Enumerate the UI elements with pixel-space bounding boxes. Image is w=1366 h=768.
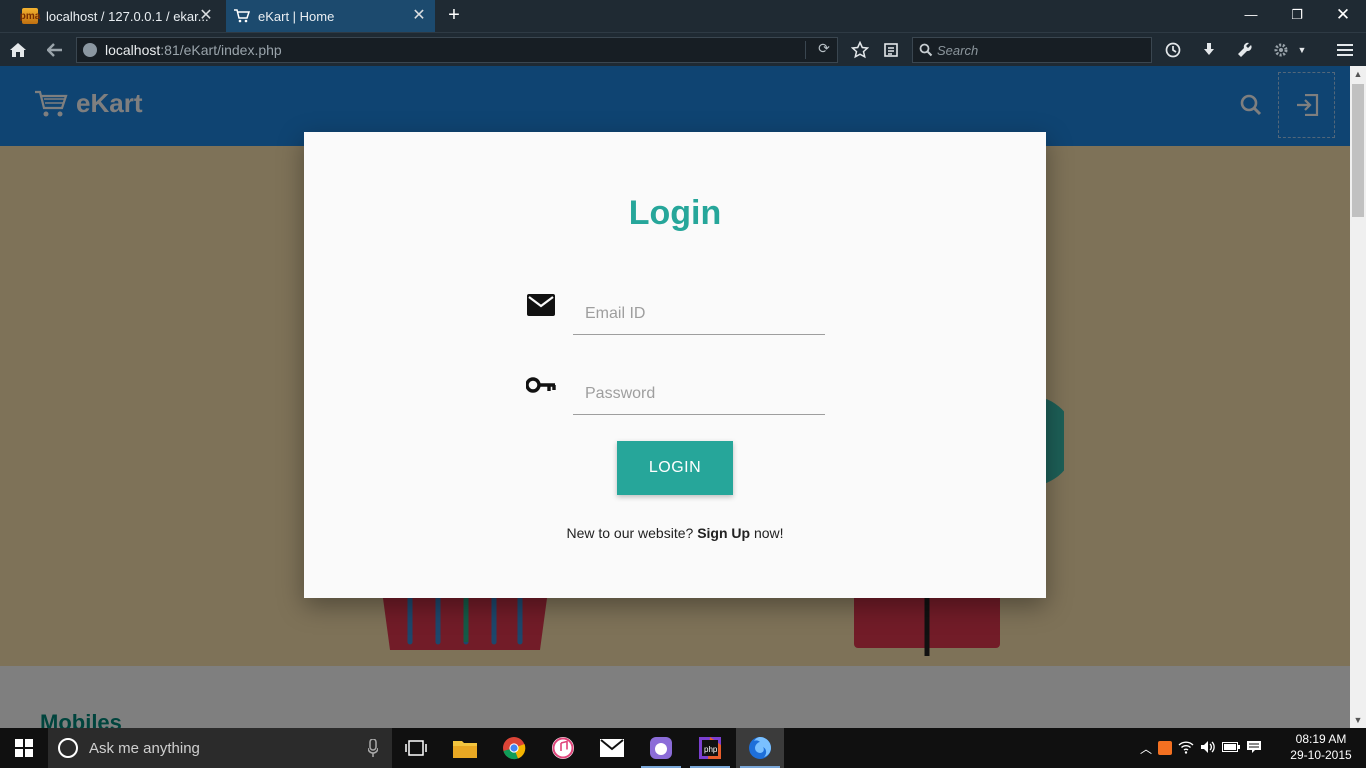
web-page: eKart Mobiles Login: [0, 66, 1350, 728]
phpmyadmin-icon: pma: [20, 8, 40, 24]
cortana-placeholder: Ask me anything: [89, 739, 200, 757]
chevron-up-icon[interactable]: ︿: [1140, 740, 1152, 757]
github-icon[interactable]: [637, 728, 685, 768]
close-tab-icon[interactable]: ✕: [198, 8, 214, 24]
browser-navbar: localhost:81/eKart/index.php ⟳ Search ▼: [0, 32, 1366, 66]
system-tray: ︿: [1140, 728, 1280, 768]
microphone-icon[interactable]: [368, 739, 378, 757]
clock-time: 08:19 AM: [1295, 732, 1347, 746]
login-modal: Login LOGIN New to our website? Sign Up …: [304, 132, 1046, 598]
tab-phpmyadmin[interactable]: pma localhost / 127.0.0.1 / ekar... ✕: [20, 0, 222, 32]
signup-suffix: now!: [753, 525, 784, 541]
download-icon[interactable]: [1196, 38, 1222, 62]
password-field-group: [526, 355, 826, 415]
mail-icon[interactable]: [588, 728, 636, 768]
signup-link[interactable]: Sign Up: [697, 525, 750, 541]
site-info-icon[interactable]: [83, 43, 97, 57]
home-icon[interactable]: [5, 38, 31, 62]
scroll-down-arrow[interactable]: ▼: [1350, 712, 1366, 728]
new-tab-button[interactable]: +: [444, 4, 464, 28]
volume-icon[interactable]: [1200, 740, 1216, 757]
url-host: localhost: [105, 42, 161, 58]
close-tab-icon[interactable]: ✕: [411, 8, 427, 24]
key-icon: [526, 373, 556, 397]
scroll-up-arrow[interactable]: ▲: [1350, 66, 1366, 82]
firefox-developer-icon[interactable]: [736, 728, 784, 768]
url-path: :81/eKart/index.php: [160, 42, 282, 58]
clock-date: 29-10-2015: [1290, 748, 1352, 762]
cortana-icon: [58, 738, 78, 758]
minimize-button[interactable]: —: [1228, 0, 1274, 32]
scrollbar-thumb[interactable]: [1352, 84, 1364, 217]
svg-text:php: php: [704, 745, 718, 754]
restore-button[interactable]: ❐: [1274, 0, 1320, 32]
reload-icon[interactable]: ⟳: [813, 40, 835, 60]
signup-prompt: New to our website? Sign Up now!: [304, 525, 1046, 541]
search-placeholder: Search: [937, 42, 979, 58]
signup-prefix: New to our website?: [566, 525, 694, 541]
reader-view-icon[interactable]: [878, 38, 904, 62]
address-bar[interactable]: localhost:81/eKart/index.php ⟳: [76, 37, 838, 63]
wifi-icon[interactable]: [1178, 740, 1194, 757]
tab-title: eKart | Home: [258, 8, 335, 24]
phpstorm-icon[interactable]: php: [686, 728, 734, 768]
url-separator: [805, 41, 806, 59]
itunes-icon[interactable]: [539, 728, 587, 768]
tab-title: localhost / 127.0.0.1 / ekar...: [46, 8, 209, 24]
file-explorer-icon[interactable]: [441, 728, 489, 768]
gear-icon[interactable]: [1268, 38, 1294, 62]
cortana-search[interactable]: Ask me anything: [48, 728, 392, 768]
search-icon: [919, 43, 933, 57]
search-bar[interactable]: Search: [912, 37, 1152, 63]
developer-wrench-icon[interactable]: [1232, 38, 1258, 62]
cart-icon: [234, 8, 250, 24]
page-scrollbar[interactable]: ▲ ▼: [1350, 66, 1366, 728]
battery-icon[interactable]: [1222, 741, 1241, 755]
windows-start-button[interactable]: [0, 728, 48, 768]
browser-titlebar: pma localhost / 127.0.0.1 / ekar... ✕ eK…: [0, 0, 1366, 32]
notifications-icon[interactable]: [1246, 740, 1262, 757]
email-field-group: [526, 275, 826, 335]
chrome-icon[interactable]: [490, 728, 538, 768]
login-button[interactable]: LOGIN: [617, 441, 733, 495]
menu-icon[interactable]: [1332, 38, 1358, 62]
password-input[interactable]: [573, 355, 825, 415]
back-button[interactable]: [42, 38, 68, 62]
task-view-icon[interactable]: [392, 728, 440, 768]
envelope-icon: [526, 293, 556, 317]
tab-ekart-home[interactable]: eKart | Home ✕: [226, 0, 435, 32]
taskbar-clock[interactable]: 08:19 AM 29-10-2015: [1284, 731, 1358, 763]
email-input[interactable]: [573, 275, 825, 335]
xampp-icon[interactable]: [1158, 741, 1173, 755]
close-window-button[interactable]: ✕: [1320, 0, 1366, 32]
bookmark-star-icon[interactable]: [847, 38, 873, 62]
windows-taskbar: Ask me anything php ︿ 08:19 AM 29-10-201…: [0, 728, 1366, 768]
modal-title: Login: [628, 194, 722, 232]
history-icon[interactable]: [1160, 38, 1186, 62]
chevron-down-icon[interactable]: ▼: [1294, 38, 1310, 62]
